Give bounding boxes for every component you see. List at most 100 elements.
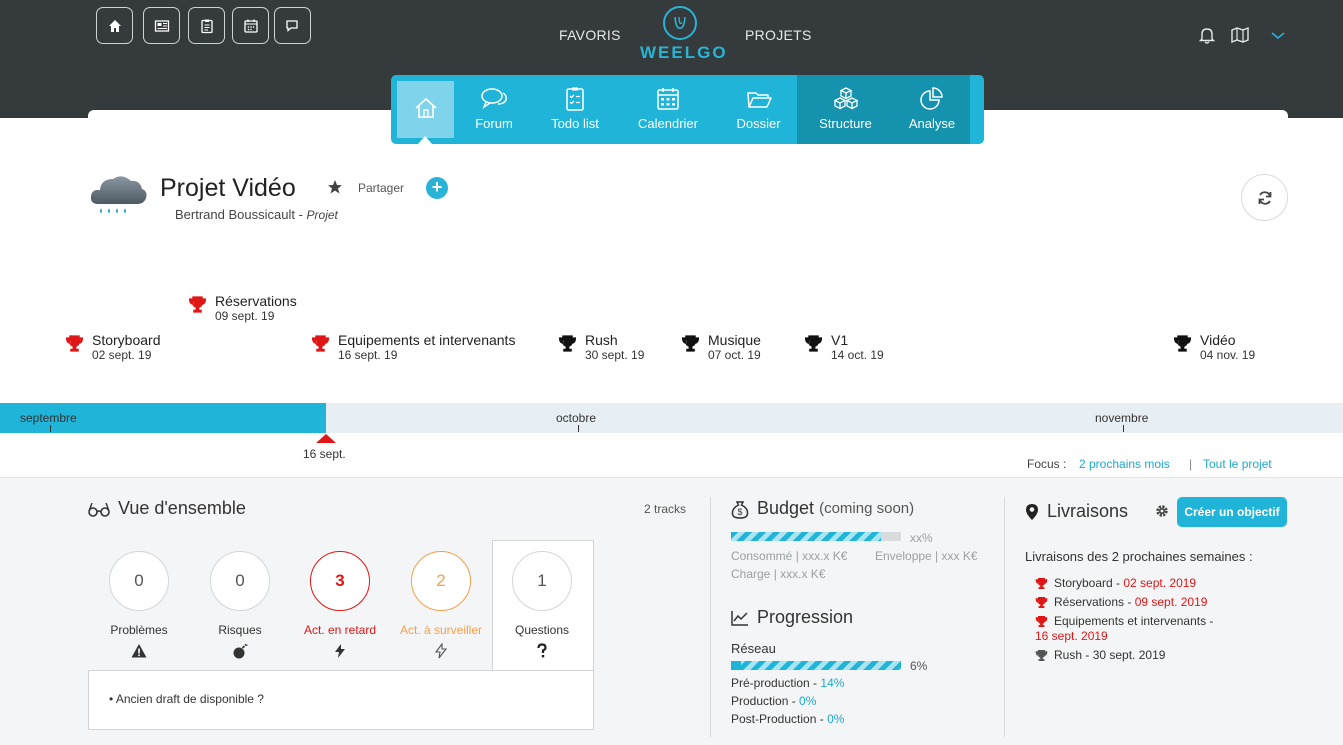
milestone[interactable]: Vidéo 04 nov. 19 — [1173, 332, 1255, 363]
milestone-text: Vidéo 04 nov. 19 — [1200, 332, 1255, 363]
delivery-name: Equipements et intervenants - — [1054, 614, 1214, 628]
focus-all-link[interactable]: Tout le projet — [1203, 457, 1272, 471]
nav-favoris[interactable]: FAVORIS — [559, 27, 621, 43]
delivery-item[interactable]: Equipements et intervenants - — [1035, 614, 1235, 628]
calendar-quick-button[interactable] — [232, 7, 269, 44]
delivery-text: Rush - 30 sept. 2019 — [1054, 648, 1165, 662]
stat-value: 3 — [310, 551, 370, 611]
milestone[interactable]: Storyboard 02 sept. 19 — [65, 332, 160, 363]
delivery-date: 02 sept. 2019 — [1123, 576, 1197, 590]
progress-row-label: Pré-production — [731, 676, 810, 690]
share-button[interactable]: Partager — [358, 181, 404, 195]
delivery-item[interactable]: Réservations - 09 sept. 2019 — [1035, 595, 1207, 609]
project-tabs: Forum Todo list Calendrier Dossier Struc… — [391, 75, 984, 144]
milestone-name: Musique — [708, 332, 761, 348]
trophy-icon — [1035, 615, 1048, 628]
progress-row-sep: - — [788, 694, 800, 708]
today-label: 16 sept. — [303, 447, 346, 461]
home-quick-button[interactable] — [96, 7, 133, 44]
tab-todo-list[interactable]: Todo list — [534, 75, 616, 144]
stat-questions[interactable]: 1 Questions — [512, 551, 572, 658]
chevron-down-icon[interactable] — [1268, 25, 1288, 45]
budget-percent: xx% — [910, 531, 933, 545]
column-divider — [1004, 497, 1005, 737]
delivery-text: Equipements et intervenants - — [1054, 614, 1213, 628]
tab-dossier[interactable]: Dossier — [720, 75, 797, 144]
progress-row-value: 0% — [827, 712, 845, 726]
cubes-icon — [833, 87, 858, 110]
logo-glyph-icon — [674, 16, 686, 29]
timeline-tick — [50, 425, 51, 432]
questions-panel: • Ancien draft de disponible ? — [88, 670, 594, 730]
tab-dossier-label: Dossier — [736, 116, 781, 131]
brand-logo[interactable]: WEELGO — [640, 6, 726, 63]
tab-calendrier[interactable]: Calendrier — [616, 75, 720, 144]
delivery-item[interactable]: Storyboard - 02 sept. 2019 — [1035, 576, 1196, 590]
focus-label: Focus : — [1027, 457, 1067, 471]
milestone[interactable]: V1 14 oct. 19 — [804, 332, 884, 363]
news-quick-button[interactable] — [143, 7, 180, 44]
column-divider — [710, 497, 711, 737]
map-icon[interactable] — [1230, 25, 1250, 45]
milestone-name: Equipements et intervenants — [338, 332, 516, 348]
project-owner: Bertrand Boussicault - Projet — [175, 207, 338, 222]
trophy-icon — [1035, 649, 1048, 662]
news-icon — [154, 19, 169, 32]
gear-icon[interactable] — [1155, 504, 1169, 518]
budget-note: (coming soon) — [819, 500, 915, 517]
milestone[interactable]: Equipements et intervenants 16 sept. 19 — [311, 332, 515, 363]
milestone[interactable]: Musique 07 oct. 19 — [681, 332, 761, 363]
nav-projets[interactable]: PROJETS — [745, 27, 812, 43]
checklist-icon — [566, 87, 584, 111]
delivery-date: 30 sept. 2019 — [1092, 648, 1166, 662]
deliveries-title: Livraisons — [1025, 501, 1128, 522]
clipboard-quick-button[interactable] — [188, 7, 225, 44]
stat-act-en-retard[interactable]: 3 Act. en retard — [304, 551, 376, 658]
stat-risques[interactable]: 0 Risques — [210, 551, 270, 659]
add-member-button[interactable]: + — [426, 177, 448, 199]
rainy-weather-icon — [90, 176, 147, 213]
milestone[interactable]: Réservations 09 sept. 19 — [188, 293, 297, 324]
focus-whole-project[interactable]: Tout le projet — [1203, 457, 1272, 471]
milestone-date: 02 sept. 19 — [92, 348, 152, 362]
delivery-item[interactable]: Rush - 30 sept. 2019 — [1035, 648, 1165, 662]
question-icon — [537, 643, 547, 658]
focus-next-two-months[interactable]: 2 prochains mois — [1079, 457, 1170, 471]
network-bar-fill — [731, 661, 742, 670]
milestone-name: Storyboard — [92, 332, 161, 348]
milestone-text: Storyboard 02 sept. 19 — [92, 332, 160, 363]
glasses-icon — [88, 502, 110, 517]
bomb-icon — [233, 643, 248, 659]
milestone-date: 14 oct. 19 — [831, 348, 884, 362]
budget-title-text: Budget — [757, 498, 815, 518]
question-item[interactable]: • Ancien draft de disponible ? — [109, 692, 264, 706]
delivery-name: Réservations — [1054, 595, 1125, 609]
stat-problemes[interactable]: 0 Problèmes — [109, 551, 169, 658]
tab-analyse[interactable]: Analyse — [894, 75, 970, 144]
tab-forum[interactable]: Forum — [454, 75, 534, 144]
stat-value: 2 — [411, 551, 471, 611]
timeline-tick — [578, 425, 579, 432]
home-icon — [108, 19, 121, 32]
trophy-icon — [188, 296, 207, 313]
tab-structure[interactable]: Structure — [797, 75, 894, 144]
delivery-sep: - — [1082, 648, 1093, 662]
favorite-star-icon[interactable] — [327, 179, 343, 195]
focus-next-link[interactable]: 2 prochains mois — [1079, 457, 1170, 471]
map-pin-icon — [1026, 503, 1038, 520]
milestone-text: Rush 30 sept. 19 — [585, 332, 644, 363]
bell-icon[interactable] — [1197, 25, 1217, 45]
refresh-button[interactable] — [1241, 174, 1288, 221]
tab-forum-label: Forum — [475, 116, 513, 131]
timeline-month: septembre — [20, 411, 77, 425]
tab-structure-label: Structure — [819, 116, 872, 131]
create-objective-button[interactable]: Créer un objectif — [1177, 497, 1287, 527]
tab-home[interactable] — [397, 81, 454, 138]
milestone[interactable]: Rush 30 sept. 19 — [558, 332, 644, 363]
progression-title-text: Progression — [757, 607, 854, 627]
network-bar — [731, 661, 901, 670]
progress-row-sep: - — [816, 712, 828, 726]
timeline-tick — [1123, 425, 1124, 432]
chat-quick-button[interactable] — [274, 7, 311, 44]
stat-act-a-surveiller[interactable]: 2 Act. à surveiller — [400, 551, 482, 659]
